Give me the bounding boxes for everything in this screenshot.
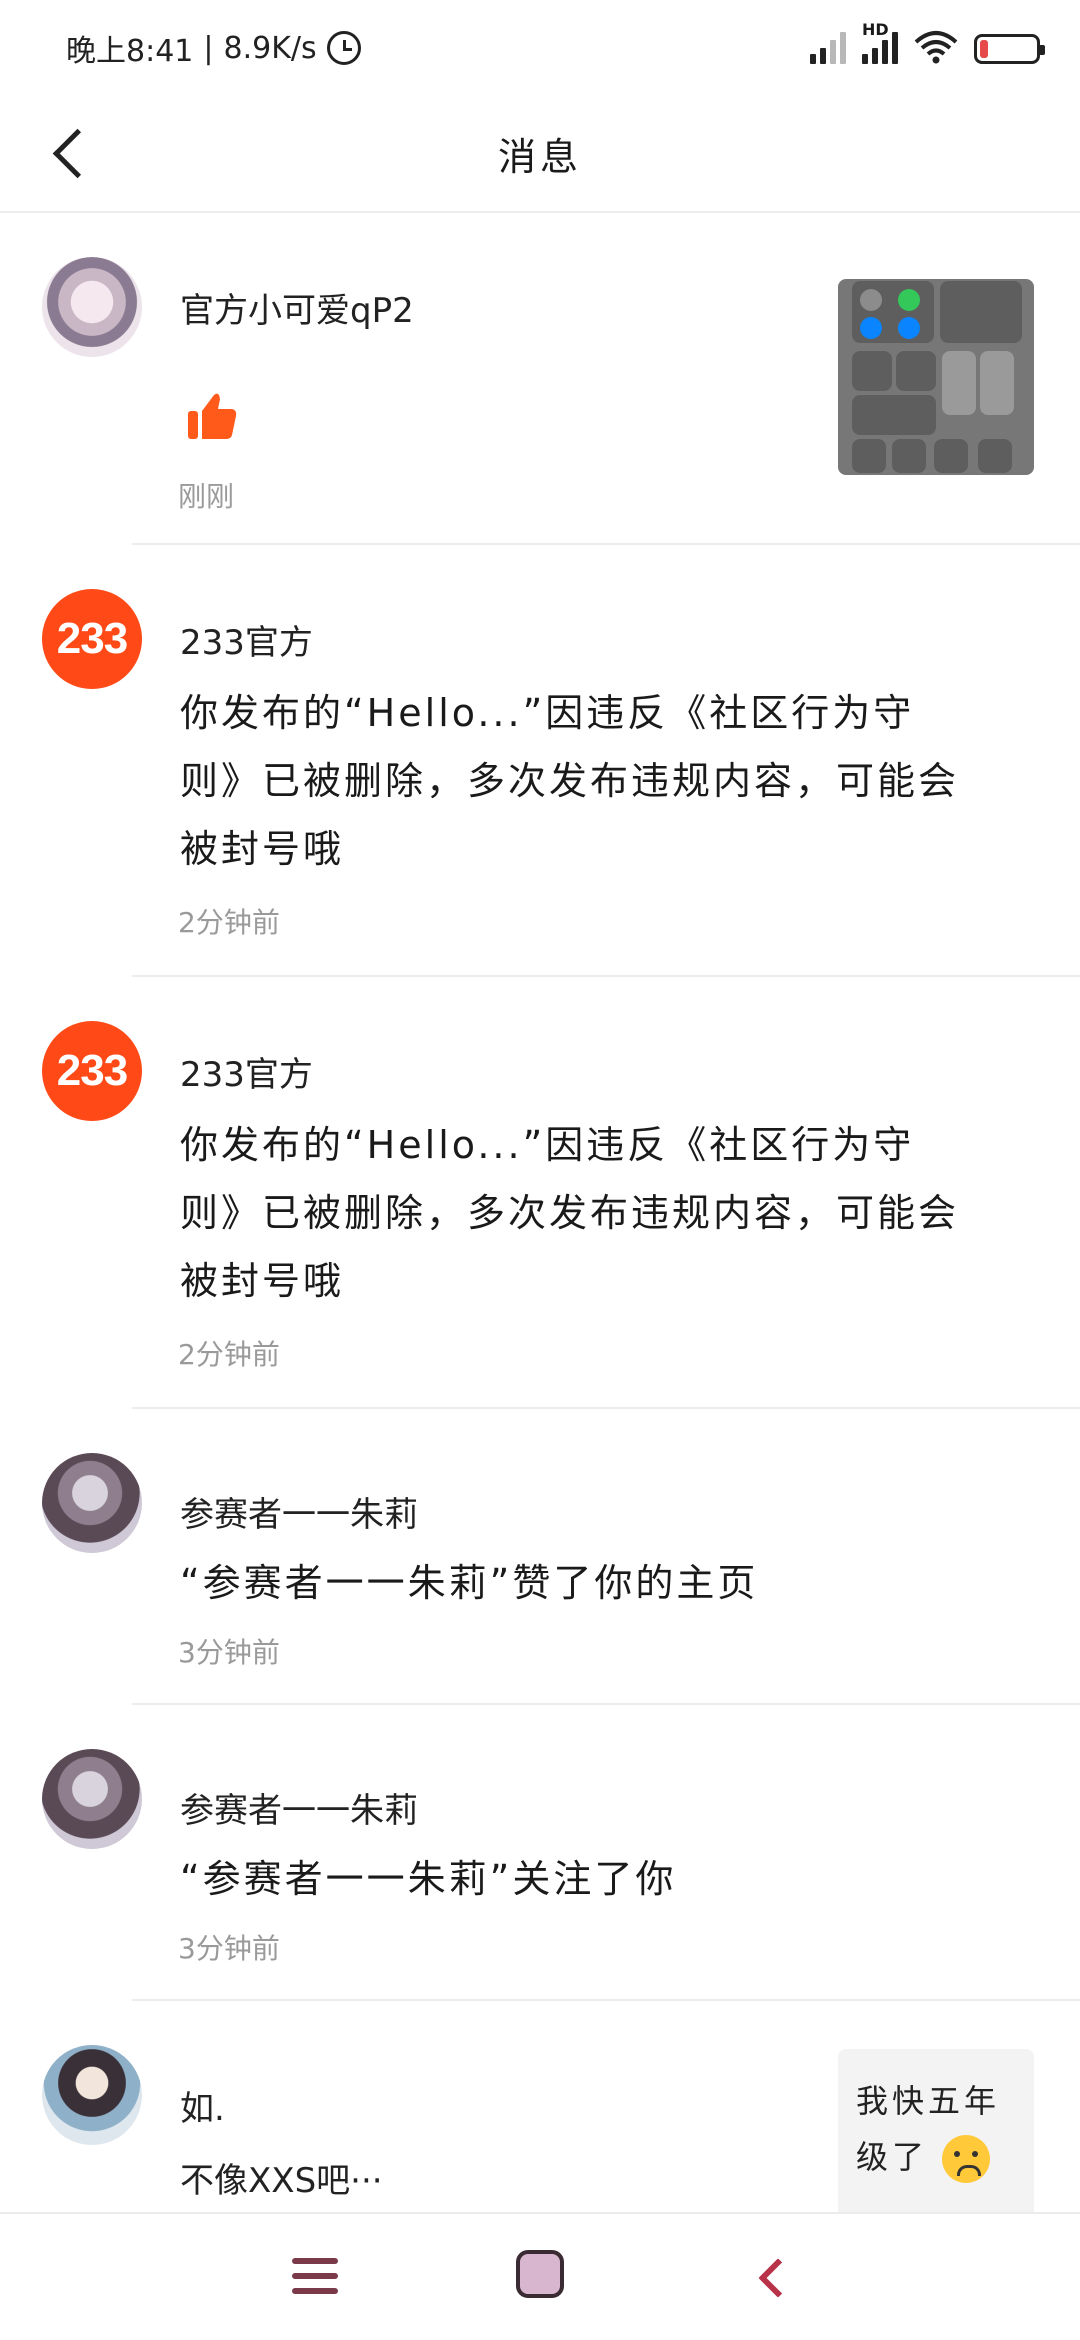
message-time: 刚刚 [178,480,235,513]
network-type-label: HD [862,20,889,39]
battery-icon [974,34,1045,64]
sender-name[interactable]: 参赛者一一朱莉 [180,1783,418,1832]
thumbs-up-icon [188,393,237,439]
avatar[interactable] [42,257,142,357]
wifi-icon [914,31,958,64]
page-title: 消息 [497,135,582,179]
sender-name[interactable]: 参赛者一一朱莉 [180,1487,418,1536]
status-time: 晚上8:41 [66,34,194,69]
sad-face-emoji-icon [942,2135,991,2183]
avatar[interactable] [42,1749,142,1849]
message-list[interactable]: 官方小可爱qP2 刚刚 233 233官方 你发布的“Hello...”因违反《… [0,213,1080,2245]
avatar[interactable]: 233 [42,589,142,689]
list-item[interactable]: 233 233官方 你发布的“Hello...”因违反《社区行为守则》已被删除，… [0,977,1080,1409]
message-time: 2分钟前 [178,906,280,939]
message-text: 你发布的“Hello...”因违反《社区行为守则》已被删除，多次发布违规内容，可… [180,1123,960,1303]
avatar[interactable]: 233 [42,1021,142,1121]
sender-name[interactable]: 233官方 [180,615,313,664]
message-text: “参赛者一一朱莉”赞了你的主页 [180,1561,759,1605]
back-icon[interactable] [750,2254,790,2298]
preview-thumbnail[interactable] [838,279,1034,475]
battery-level [980,40,988,58]
sender-name[interactable]: 233官方 [180,1047,313,1096]
message-time: 3分钟前 [178,1932,280,1965]
status-right: HD [810,20,1045,64]
list-item[interactable]: 233 233官方 你发布的“Hello...”因违反《社区行为守则》已被删除，… [0,545,1080,977]
avatar[interactable] [42,2045,142,2145]
home-icon[interactable] [516,2250,564,2298]
navigation-bar [0,2212,1080,2340]
sender-name[interactable]: 官方小可爱qP2 [180,283,414,332]
message-time: 3分钟前 [178,1636,280,1669]
avatar[interactable] [42,1453,142,1553]
message-text: 你发布的“Hello...”因违反《社区行为守则》已被删除，多次发布违规内容，可… [180,691,960,871]
signal-icon [810,30,846,64]
list-item[interactable]: 官方小可爱qP2 刚刚 [0,213,1080,545]
sender-name[interactable]: 如. [180,2081,225,2130]
list-item[interactable]: 如. 不像XXS吧··· 我快五年级了 [0,2001,1080,2245]
header: 消息 [0,96,1080,213]
list-item[interactable]: 参赛者一一朱莉 “参赛者一一朱莉”赞了你的主页 3分钟前 [0,1409,1080,1705]
status-left: 晚上8:41 | 8.9K/s [66,26,361,70]
status-bar: 晚上8:41 | 8.9K/s HD [0,0,1080,96]
menu-icon[interactable] [292,2256,338,2296]
message-text: “参赛者一一朱莉”关注了你 [180,1857,677,1901]
network-speed: 8.9K/s [223,30,317,66]
list-item[interactable]: 参赛者一一朱莉 “参赛者一一朱莉”关注了你 3分钟前 [0,1705,1080,2001]
message-text: 不像XXS吧··· [180,2161,383,2201]
message-time: 2分钟前 [178,1338,280,1371]
alarm-icon [326,31,361,65]
